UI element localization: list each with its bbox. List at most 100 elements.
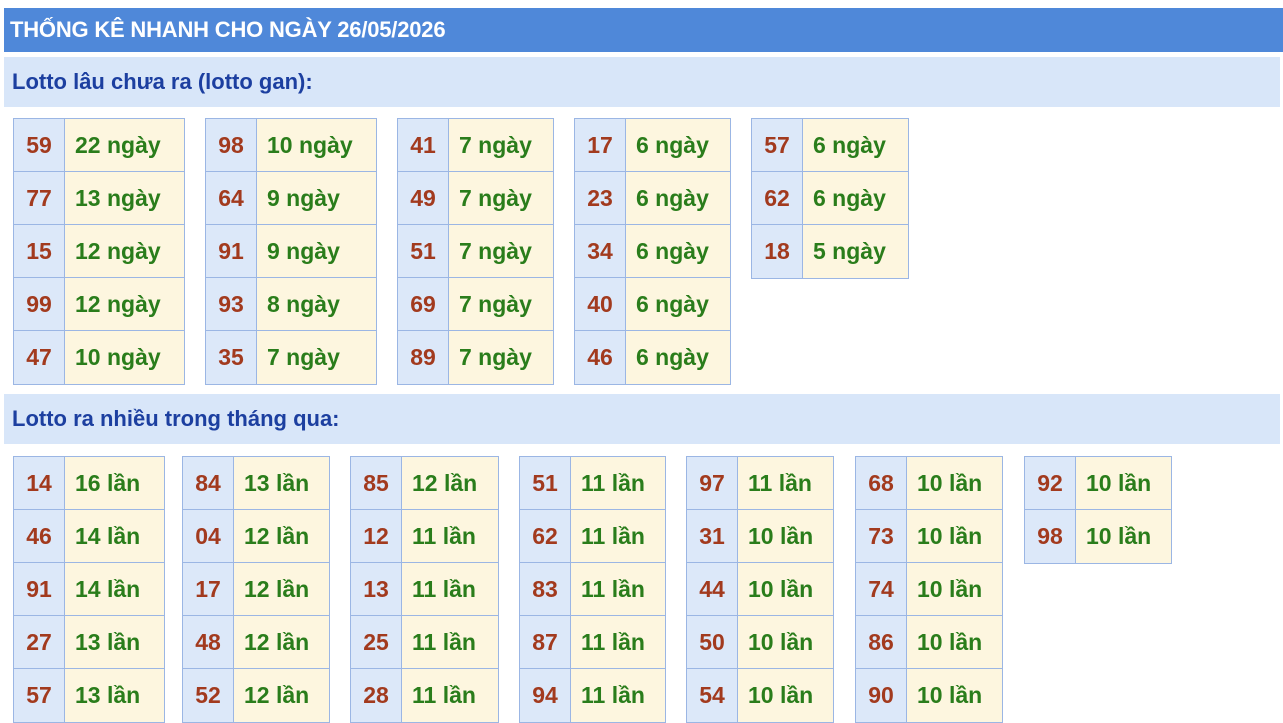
lotto-count: 12 lần (234, 616, 329, 668)
table-row: 46 6 ngày (575, 331, 730, 384)
lotto-number: 40 (575, 278, 626, 330)
lotto-number: 48 (183, 616, 234, 668)
lotto-count: 6 ngày (626, 331, 730, 384)
lotto-count: 10 lần (738, 563, 833, 615)
lotto-count: 11 lần (571, 510, 665, 562)
lotto-count: 10 lần (907, 669, 1002, 722)
lotto-number: 18 (752, 225, 803, 278)
table-row: 25 11 lần (351, 616, 498, 669)
lotto-number: 47 (14, 331, 65, 384)
lotto-number: 64 (206, 172, 257, 224)
table-row: 23 6 ngày (575, 172, 730, 225)
lotto-count: 7 ngày (449, 119, 553, 171)
lotto-count: 10 lần (907, 616, 1002, 668)
table-row: 83 11 lần (520, 563, 665, 616)
frequent-group: 97 11 lần 31 10 lần 44 10 lần 50 10 lần 54 10 lần (686, 456, 834, 723)
table-row: 12 11 lần (351, 510, 498, 563)
lotto-number: 98 (1025, 510, 1076, 563)
lotto-number: 93 (206, 278, 257, 330)
table-row: 47 10 ngày (14, 331, 184, 384)
lotto-count: 7 ngày (449, 278, 553, 330)
table-row: 50 10 lần (687, 616, 833, 669)
table-row: 46 14 lần (14, 510, 164, 563)
lotto-number: 99 (14, 278, 65, 330)
lotto-number: 44 (687, 563, 738, 615)
lotto-number: 92 (1025, 457, 1076, 509)
table-row: 40 6 ngày (575, 278, 730, 331)
lotto-number: 89 (398, 331, 449, 384)
table-row: 68 10 lần (856, 457, 1002, 510)
table-row: 62 6 ngày (752, 172, 908, 225)
frequent-section-title: Lotto ra nhiều trong tháng qua: (4, 394, 1280, 444)
lotto-number: 35 (206, 331, 257, 384)
lotto-number: 17 (183, 563, 234, 615)
lotto-count: 12 ngày (65, 278, 184, 330)
table-row: 91 9 ngày (206, 225, 376, 278)
lotto-count: 10 ngày (65, 331, 184, 384)
lotto-number: 13 (351, 563, 402, 615)
table-row: 17 12 lần (183, 563, 329, 616)
table-row: 98 10 lần (1025, 510, 1171, 563)
lotto-count: 14 lần (65, 563, 164, 615)
lotto-number: 23 (575, 172, 626, 224)
lotto-count: 11 lần (571, 669, 665, 722)
lotto-count: 7 ngày (257, 331, 376, 384)
lotto-count: 10 lần (1076, 510, 1171, 563)
lotto-number: 69 (398, 278, 449, 330)
table-row: 18 5 ngày (752, 225, 908, 278)
table-row: 99 12 ngày (14, 278, 184, 331)
gan-section-title: Lotto lâu chưa ra (lotto gan): (4, 57, 1280, 107)
table-row: 17 6 ngày (575, 119, 730, 172)
lotto-number: 49 (398, 172, 449, 224)
frequent-group: 92 10 lần 98 10 lần (1024, 456, 1172, 564)
table-row: 14 16 lần (14, 457, 164, 510)
table-row: 57 13 lần (14, 669, 164, 722)
table-row: 73 10 lần (856, 510, 1002, 563)
table-row: 41 7 ngày (398, 119, 553, 172)
lotto-count: 9 ngày (257, 172, 376, 224)
lotto-count: 8 ngày (257, 278, 376, 330)
lotto-count: 10 lần (907, 563, 1002, 615)
lotto-number: 59 (14, 119, 65, 171)
lotto-count: 6 ngày (626, 225, 730, 277)
table-row: 13 11 lần (351, 563, 498, 616)
stats-page: THỐNG KÊ NHANH CHO NGÀY 26/05/2026 Lotto… (0, 0, 1283, 723)
lotto-number: 68 (856, 457, 907, 509)
lotto-count: 11 lần (402, 510, 498, 562)
lotto-number: 34 (575, 225, 626, 277)
table-row: 89 7 ngày (398, 331, 553, 384)
lotto-count: 7 ngày (449, 331, 553, 384)
table-row: 69 7 ngày (398, 278, 553, 331)
lotto-count: 10 lần (738, 616, 833, 668)
lotto-number: 51 (520, 457, 571, 509)
table-row: 98 10 ngày (206, 119, 376, 172)
frequent-group: 14 16 lần 46 14 lần 91 14 lần 27 13 lần 57 13 lần (13, 456, 165, 723)
lotto-number: 73 (856, 510, 907, 562)
lotto-count: 12 lần (402, 457, 498, 509)
lotto-count: 9 ngày (257, 225, 376, 277)
table-row: 59 22 ngày (14, 119, 184, 172)
lotto-count: 10 lần (738, 510, 833, 562)
frequent-group: 84 13 lần 04 12 lần 17 12 lần 48 12 lần 52 12 lần (182, 456, 330, 723)
lotto-number: 12 (351, 510, 402, 562)
table-row: 51 11 lần (520, 457, 665, 510)
table-row: 35 7 ngày (206, 331, 376, 384)
lotto-count: 11 lần (402, 563, 498, 615)
table-row: 27 13 lần (14, 616, 164, 669)
lotto-number: 17 (575, 119, 626, 171)
lotto-number: 74 (856, 563, 907, 615)
lotto-number: 62 (752, 172, 803, 224)
lotto-number: 98 (206, 119, 257, 171)
lotto-number: 41 (398, 119, 449, 171)
lotto-number: 46 (14, 510, 65, 562)
lotto-number: 87 (520, 616, 571, 668)
lotto-count: 10 lần (738, 669, 833, 722)
table-row: 54 10 lần (687, 669, 833, 722)
lotto-number: 31 (687, 510, 738, 562)
lotto-number: 52 (183, 669, 234, 722)
lotto-count: 6 ngày (803, 119, 908, 171)
gan-group: 17 6 ngày 23 6 ngày 34 6 ngày 40 6 ngày 46 6 ngày (574, 118, 731, 385)
gan-group: 98 10 ngày 64 9 ngày 91 9 ngày 93 8 ngày 35 7 ngà… (205, 118, 377, 385)
lotto-number: 46 (575, 331, 626, 384)
table-row: 15 12 ngày (14, 225, 184, 278)
